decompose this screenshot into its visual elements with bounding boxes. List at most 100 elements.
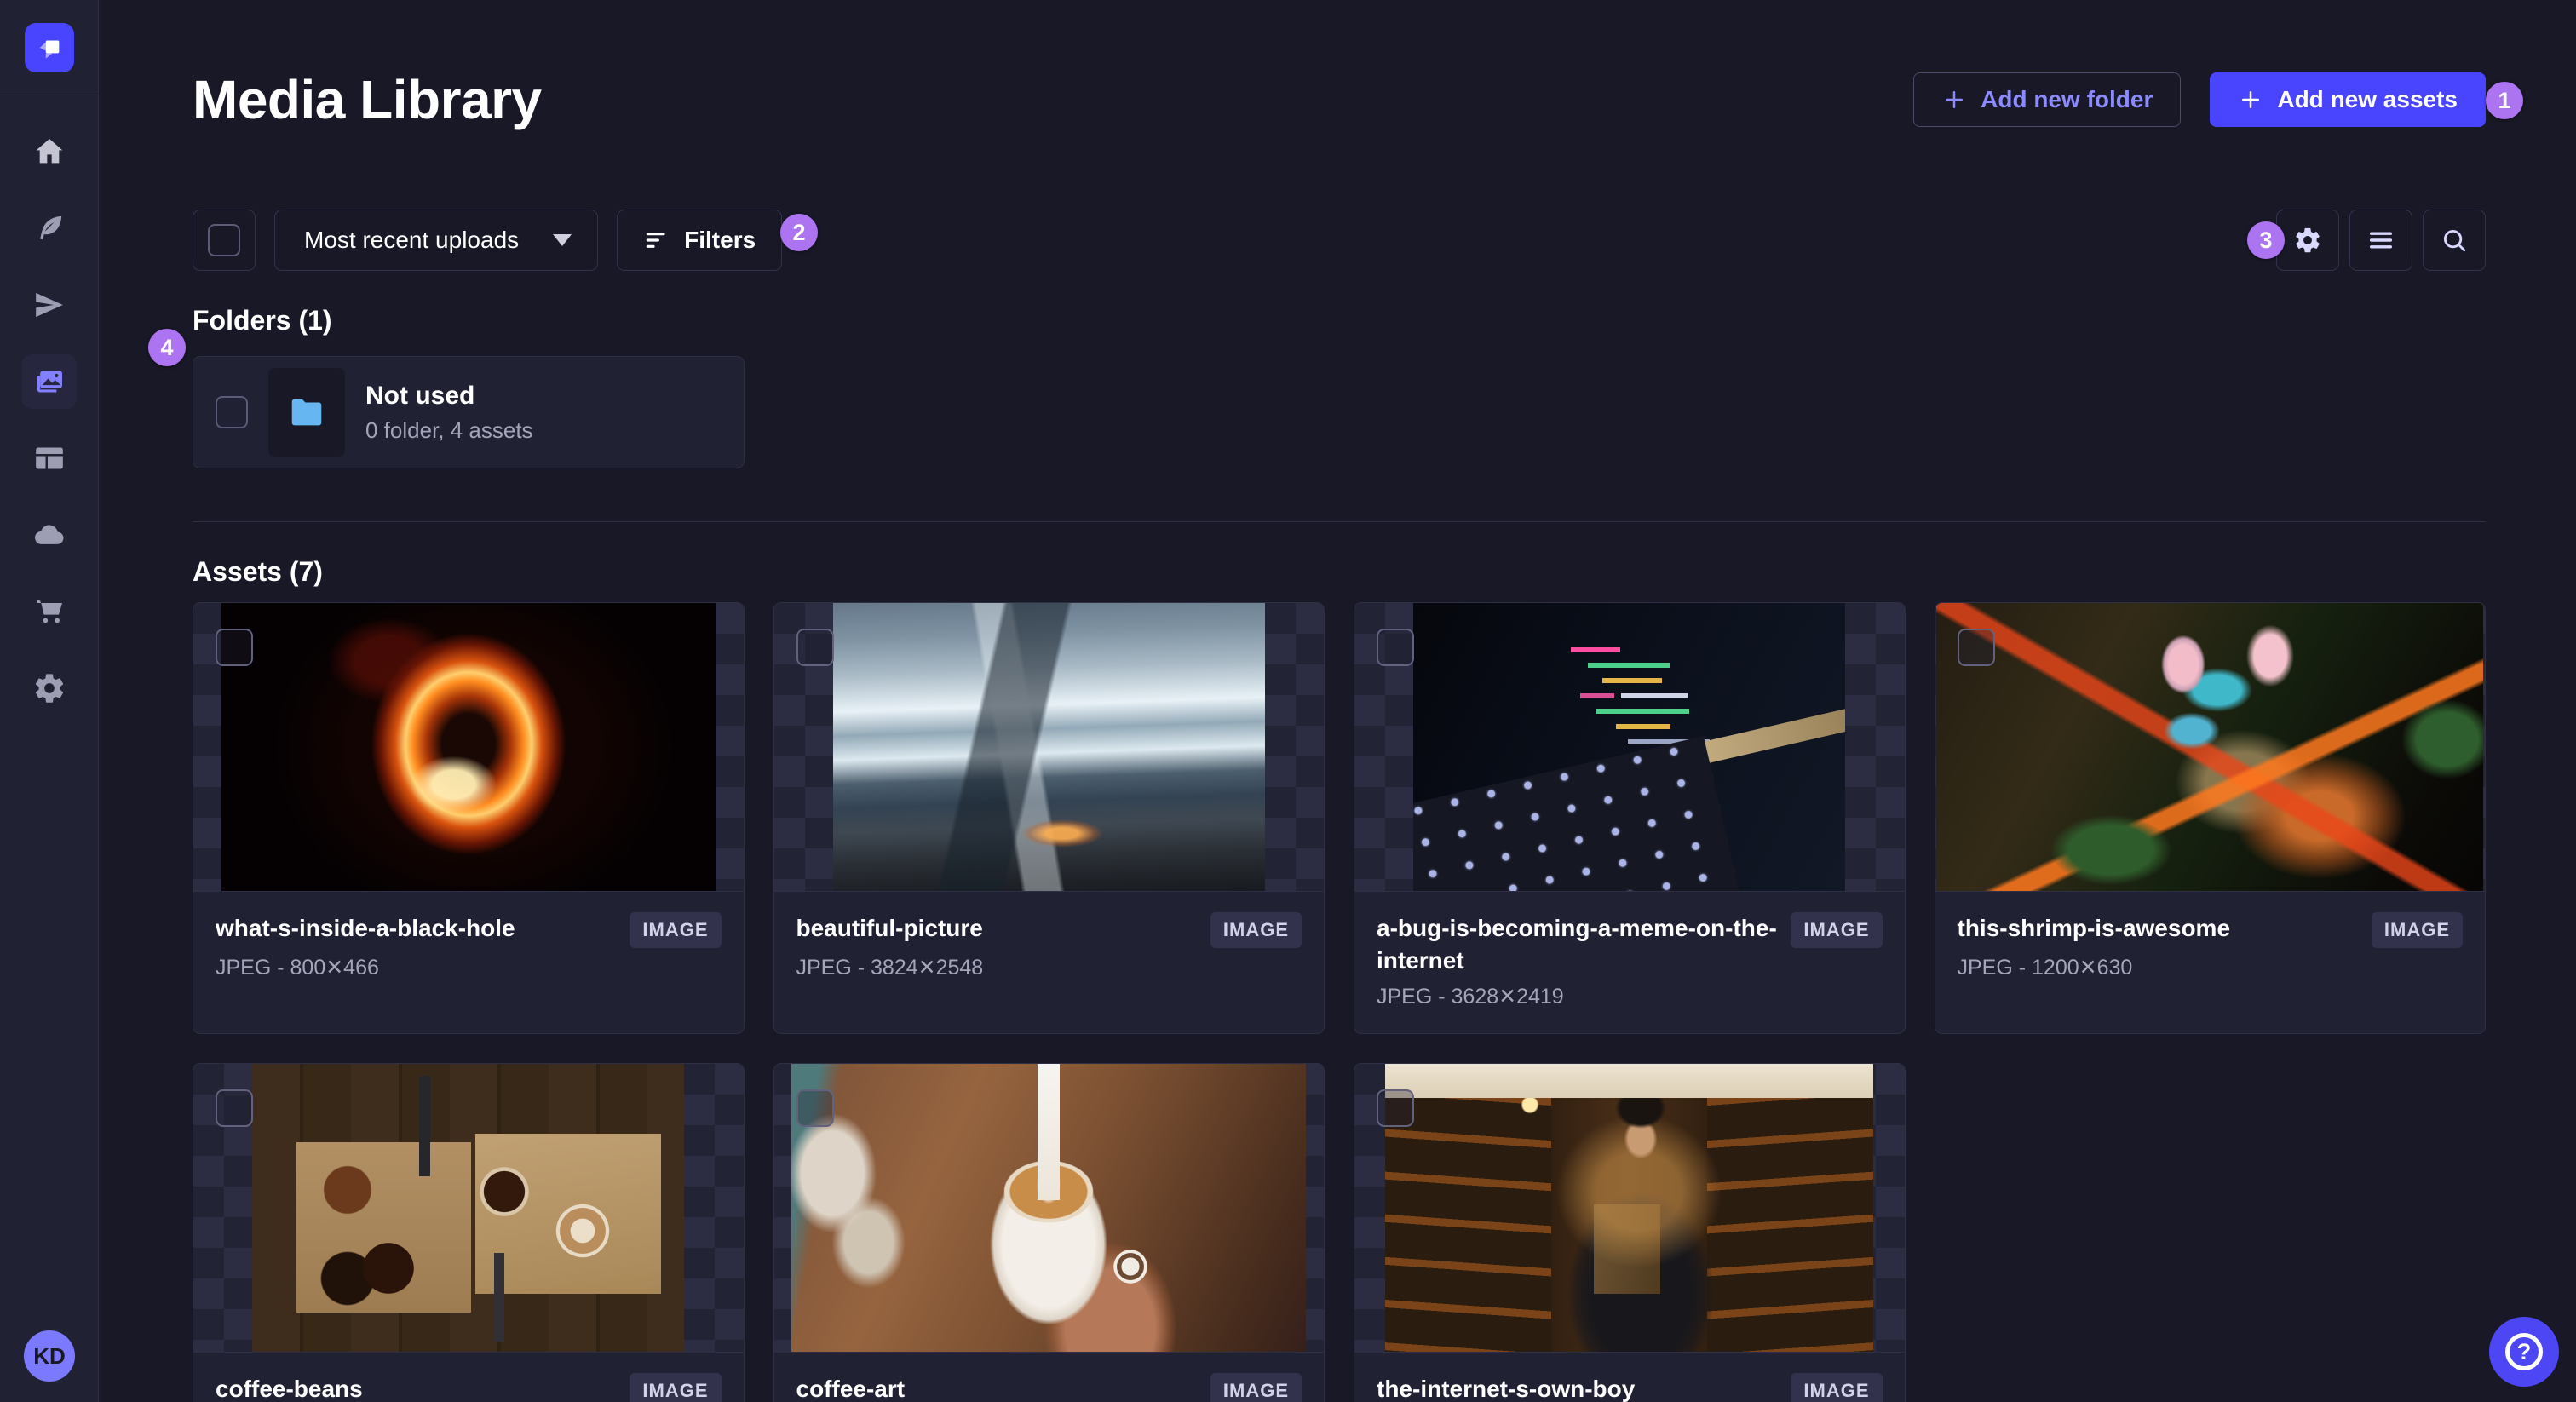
folder-checkbox[interactable] (216, 396, 248, 428)
sidebar-item-marketplace[interactable] (22, 584, 77, 639)
asset-card-footer: this-shrimp-is-awesome IMAGE JPEG - 1200… (1935, 891, 2485, 1033)
sidebar-item-releases[interactable] (22, 278, 77, 332)
asset-checkbox[interactable] (1957, 629, 1995, 666)
filters-button[interactable]: Filters (617, 210, 783, 271)
header-actions: Add new folder Add new assets (1913, 72, 2486, 127)
asset-image (221, 603, 716, 891)
plus-icon (1946, 91, 1964, 108)
chevron-down-icon (553, 234, 572, 246)
asset-thumbnail (193, 1064, 744, 1352)
asset-type-badge: IMAGE (630, 1373, 722, 1402)
asset-checkbox[interactable] (796, 629, 834, 666)
assets-grid: what-s-inside-a-black-hole IMAGE JPEG - … (193, 602, 2486, 1402)
asset-card-footer: coffee-beans IMAGE JPEG - 5021✕3347 (193, 1352, 744, 1402)
sidebar-item-home[interactable] (22, 124, 77, 179)
asset-type-badge: IMAGE (1210, 1373, 1302, 1402)
asset-name: coffee-art (796, 1376, 906, 1402)
select-all-checkbox-button[interactable] (193, 210, 256, 271)
asset-name: this-shrimp-is-awesome (1957, 915, 2231, 941)
asset-image (1385, 1064, 1874, 1352)
add-new-folder-button[interactable]: Add new folder (1913, 72, 2182, 127)
gear-icon (35, 674, 63, 703)
asset-card-beautiful-picture[interactable]: beautiful-picture IMAGE JPEG - 3824✕2548 (773, 602, 1325, 1034)
asset-card-bug-meme[interactable]: a-bug-is-becoming-a-meme-on-the-internet… (1354, 602, 1906, 1034)
asset-card-shrimp[interactable]: this-shrimp-is-awesome IMAGE JPEG - 1200… (1934, 602, 2486, 1034)
filter-icon (646, 233, 665, 248)
asset-card-footer: what-s-inside-a-black-hole IMAGE JPEG - … (193, 891, 744, 1033)
annotation-badge-3: 3 (2247, 221, 2285, 259)
question-mark-icon: ? (2505, 1333, 2543, 1370)
asset-checkbox[interactable] (1377, 629, 1414, 666)
asset-card-coffee-beans[interactable]: coffee-beans IMAGE JPEG - 5021✕3347 (193, 1063, 745, 1402)
folder-card[interactable]: Not used 0 folder, 4 assets (193, 356, 745, 468)
sidebar-nav (0, 95, 98, 715)
help-button[interactable]: ? (2489, 1317, 2559, 1387)
search-icon (2443, 229, 2466, 252)
asset-thumbnail (1354, 603, 1905, 891)
media-library-icon (37, 371, 62, 393)
section-divider (193, 521, 2486, 522)
asset-type-badge: IMAGE (630, 912, 722, 948)
asset-card-internet-boy[interactable]: the-internet-s-own-boy IMAGE JPEG - 1200… (1354, 1063, 1906, 1402)
asset-checkbox[interactable] (1377, 1089, 1414, 1127)
folders-heading: Folders (1) (193, 305, 332, 336)
asset-type-badge: IMAGE (1210, 912, 1302, 948)
sidebar-item-content-type-builder[interactable] (22, 431, 77, 486)
layout-icon (35, 447, 63, 469)
annotation-badge-2: 2 (780, 214, 818, 251)
asset-card-footer: a-bug-is-becoming-a-meme-on-the-internet… (1354, 891, 1905, 1033)
asset-image (1413, 603, 1846, 891)
toolbar: Most recent uploads Filters (193, 210, 2486, 271)
asset-thumbnail (1935, 603, 2485, 891)
cloud-icon (34, 525, 64, 544)
main-content: Media Library Add new folder Add new ass… (99, 0, 2576, 1402)
plus-icon (2242, 91, 2260, 108)
select-all-checkbox[interactable] (208, 224, 240, 256)
asset-image (1936, 603, 2484, 891)
asset-meta: JPEG - 3824✕2548 (796, 956, 984, 980)
add-new-assets-button[interactable]: Add new assets (2210, 72, 2486, 127)
asset-card-footer: the-internet-s-own-boy IMAGE JPEG - 1200… (1354, 1352, 1905, 1402)
folder-icon (291, 399, 322, 426)
view-options (2276, 210, 2486, 271)
asset-image (252, 1064, 685, 1352)
list-icon (2369, 232, 2393, 249)
folder-title: Not used (365, 381, 475, 410)
sidebar-item-content-manager[interactable] (22, 201, 77, 256)
asset-meta: JPEG - 800✕466 (216, 956, 379, 980)
sidebar: KD (0, 0, 99, 1402)
asset-checkbox[interactable] (216, 1089, 253, 1127)
list-view-button[interactable] (2349, 210, 2412, 271)
asset-checkbox[interactable] (796, 1089, 834, 1127)
asset-name: beautiful-picture (796, 915, 983, 941)
sidebar-item-cloud[interactable] (22, 508, 77, 562)
grid-settings-button[interactable] (2276, 210, 2339, 271)
page-title: Media Library (193, 69, 542, 130)
annotation-badge-1: 1 (2486, 82, 2523, 119)
feather-icon (39, 215, 61, 240)
user-avatar[interactable]: KD (24, 1330, 75, 1382)
sort-dropdown-value: Most recent uploads (304, 227, 520, 253)
home-icon (36, 139, 62, 164)
asset-checkbox[interactable] (216, 629, 253, 666)
folder-subtitle: 0 folder, 4 assets (365, 417, 533, 443)
asset-type-badge: IMAGE (1791, 1373, 1883, 1402)
asset-name: a-bug-is-becoming-a-meme-on-the-internet (1377, 915, 1777, 974)
add-new-folder-label: Add new folder (1981, 86, 2153, 112)
strapi-logo-icon (39, 40, 59, 59)
strapi-logo[interactable] (24, 22, 74, 72)
paper-plane-icon (35, 292, 63, 318)
asset-thumbnail (193, 603, 744, 891)
asset-type-badge: IMAGE (2371, 912, 2463, 948)
assets-heading: Assets (7) (193, 556, 323, 587)
sidebar-item-media-library[interactable] (21, 354, 77, 409)
sort-dropdown[interactable]: Most recent uploads (274, 210, 599, 271)
asset-card-coffee-art[interactable]: coffee-art IMAGE JPEG - 5824✕3259 (773, 1063, 1325, 1402)
asset-thumbnail (773, 603, 1324, 891)
logo-section (0, 0, 98, 95)
gear-icon (2296, 227, 2320, 253)
asset-card-black-hole[interactable]: what-s-inside-a-black-hole IMAGE JPEG - … (193, 602, 745, 1034)
cart-icon (36, 600, 62, 623)
search-button[interactable] (2423, 210, 2486, 271)
sidebar-item-settings[interactable] (22, 661, 77, 715)
